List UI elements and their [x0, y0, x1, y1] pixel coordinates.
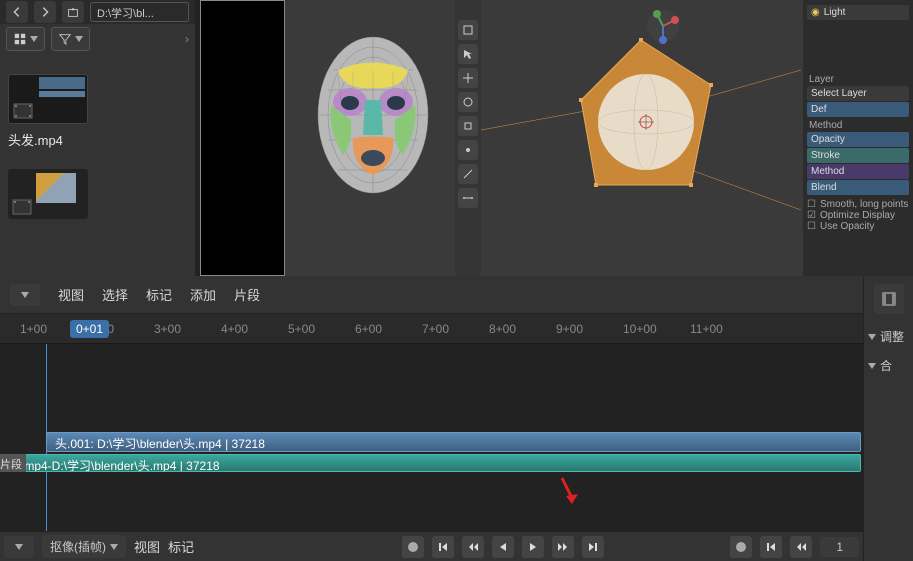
tool-rotate[interactable] — [458, 92, 478, 112]
properties-panel: ◉Light Layer Select Layer Def Method Opa… — [803, 0, 913, 276]
ruler-tick: 7+00 — [422, 322, 489, 336]
menu-view[interactable]: 视图 — [134, 537, 160, 556]
tool-transform[interactable] — [458, 140, 478, 160]
timeline-ruler[interactable]: 0+01 1+00 2+00 3+00 4+00 5+00 6+00 7+00 … — [0, 314, 863, 344]
tool-column — [455, 0, 481, 276]
tool-annotate[interactable] — [458, 164, 478, 184]
chevron-down-icon — [868, 363, 876, 369]
timeline-header: 视图 选择 标记 添加 片段 — [0, 276, 863, 314]
menu-view[interactable]: 视图 — [58, 285, 84, 304]
back-button[interactable] — [6, 1, 28, 23]
ruler-tick: 11+00 — [690, 322, 757, 336]
file-thumb[interactable] — [8, 169, 88, 219]
viewport-right[interactable] — [481, 0, 803, 276]
tool-measure[interactable] — [458, 188, 478, 208]
mode-dropdown[interactable]: 抠像(插帧) — [42, 535, 126, 558]
menu-marker[interactable]: 标记 — [168, 537, 194, 556]
path-input[interactable]: D:\学习\bl... — [90, 2, 189, 22]
record-button[interactable] — [402, 536, 424, 558]
keyframe-prev-button[interactable] — [462, 536, 484, 558]
strip-icon — [881, 291, 897, 307]
play-reverse-button[interactable] — [492, 536, 514, 558]
prop-row[interactable]: Blend — [807, 180, 909, 195]
section-label: Method — [809, 120, 909, 131]
checkbox[interactable]: ☑ — [807, 210, 816, 221]
frame-number[interactable]: 1 — [820, 537, 859, 557]
filter-button[interactable] — [51, 27, 90, 51]
chevron-down-icon — [75, 36, 83, 42]
scene-preview — [481, 10, 801, 270]
tool-move[interactable] — [458, 68, 478, 88]
file-thumb[interactable] — [8, 74, 88, 124]
chevron-down-icon — [30, 36, 38, 42]
menu-marker[interactable]: 标记 — [146, 285, 172, 304]
preview-panel — [200, 0, 285, 276]
ruler-tick: 8+00 — [489, 322, 556, 336]
prop-row[interactable]: Def — [807, 102, 909, 117]
funnel-icon — [58, 32, 72, 46]
video-strip[interactable]: 头.mp4-D:\学习\blender\头.mp4 | 37218 — [0, 454, 861, 472]
strip-side-label: 片段 — [0, 454, 26, 472]
editor-type-dropdown[interactable] — [10, 284, 40, 306]
keyframe-prev-button-2[interactable] — [790, 536, 812, 558]
tool-select[interactable] — [458, 20, 478, 40]
chevron-down-icon — [110, 544, 118, 550]
annotation-arrow — [556, 476, 580, 506]
chevron-down-icon — [868, 334, 876, 340]
prop-row[interactable]: Stroke — [807, 148, 909, 163]
prop-row[interactable]: Method — [807, 164, 909, 179]
side-section[interactable]: 调整 — [864, 322, 913, 351]
menu-strip[interactable]: 片段 — [234, 285, 260, 304]
up-folder-button[interactable] — [62, 1, 84, 23]
keyframe-next-button[interactable] — [552, 536, 574, 558]
current-frame-badge[interactable]: 0+01 — [70, 320, 109, 338]
ruler-tick: 3+00 — [154, 322, 221, 336]
viewport-left[interactable] — [285, 0, 455, 276]
ruler-tick: 5+00 — [288, 322, 355, 336]
prop-row[interactable]: ◉Light — [807, 5, 909, 20]
prop-row[interactable]: Opacity — [807, 132, 909, 147]
video-strip[interactable]: 头.001: D:\学习\blender\头.mp4 | 37218 — [46, 432, 861, 452]
menu-add[interactable]: 添加 — [190, 285, 216, 304]
record-button-2[interactable] — [730, 536, 752, 558]
prop-row[interactable]: Select Layer — [807, 86, 909, 101]
ruler-tick: 6+00 — [355, 322, 422, 336]
face-mesh-preview — [303, 30, 443, 230]
file-name[interactable]: 头发.mp4 — [8, 130, 187, 149]
ruler-tick: 9+00 — [556, 322, 623, 336]
chevron-down-icon — [15, 544, 23, 550]
light-icon: ◉ — [811, 7, 820, 18]
nav-gizmo[interactable] — [643, 6, 683, 46]
jump-end-button[interactable] — [582, 536, 604, 558]
view-mode-button[interactable] — [6, 27, 45, 51]
checkbox[interactable]: ☐ — [807, 199, 816, 210]
side-section[interactable]: 合 — [864, 351, 913, 380]
timeline-tracks[interactable]: 头.001: D:\学习\blender\头.mp4 | 37218 片段 头.… — [0, 344, 863, 531]
tool-cursor[interactable] — [458, 44, 478, 64]
video-file-icon — [13, 103, 33, 119]
section-label: Layer — [809, 74, 909, 85]
video-file-icon — [12, 199, 32, 215]
grid-icon — [13, 32, 27, 46]
ruler-tick: 10+00 — [623, 322, 690, 336]
chevron-down-icon — [21, 292, 29, 298]
jump-start-button-2[interactable] — [760, 536, 782, 558]
tool-scale[interactable] — [458, 116, 478, 136]
timeline-side-panel: 调整 合 — [863, 276, 913, 561]
forward-button[interactable] — [34, 1, 56, 23]
menu-select[interactable]: 选择 — [102, 285, 128, 304]
expand-button[interactable]: › — [185, 32, 189, 46]
timeline-footer: 抠像(插帧) 视图 标记 1 — [0, 531, 863, 561]
editor-type-dropdown[interactable] — [4, 536, 34, 558]
side-tool-button[interactable] — [874, 284, 904, 314]
jump-start-button[interactable] — [432, 536, 454, 558]
play-button[interactable] — [522, 536, 544, 558]
ruler-tick: 4+00 — [221, 322, 288, 336]
checkbox[interactable]: ☐ — [807, 221, 816, 232]
